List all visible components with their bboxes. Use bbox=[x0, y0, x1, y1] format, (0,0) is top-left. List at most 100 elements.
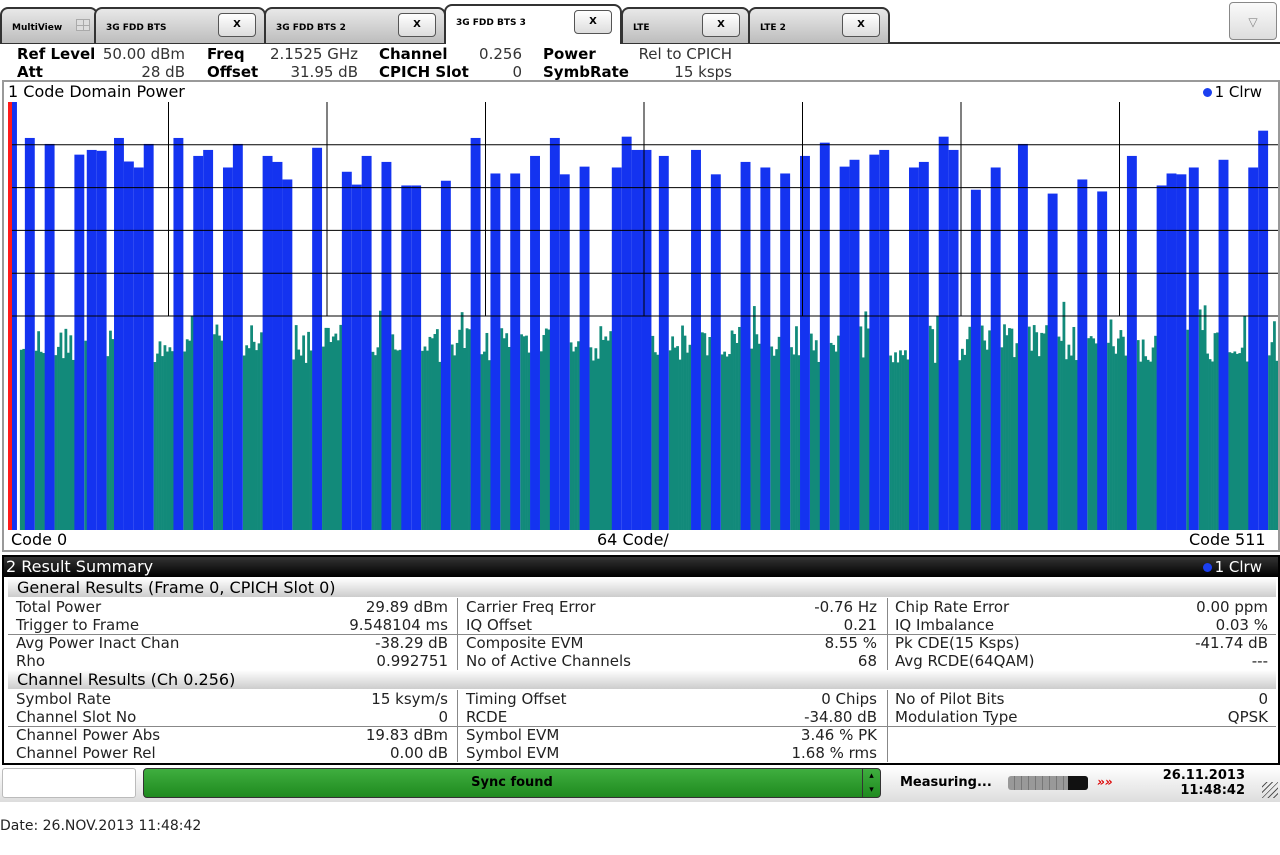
inactive-code-bar bbox=[374, 355, 377, 530]
result-cell: Timing Offset 0 Chips bbox=[466, 690, 877, 708]
result-label: Avg Power Inact Chan bbox=[16, 634, 180, 652]
x-axis-right-label: Code 511 bbox=[1189, 530, 1266, 549]
inactive-code-bar bbox=[1092, 338, 1096, 530]
inactive-code-bar bbox=[505, 333, 509, 530]
inactive-code-bar bbox=[601, 339, 605, 530]
active-channel-bar bbox=[123, 161, 134, 530]
active-channel-bar bbox=[658, 155, 669, 530]
inactive-code-bar bbox=[455, 342, 459, 530]
inactive-code-bar bbox=[109, 330, 112, 530]
cpich-slot-label: CPICH Slot bbox=[379, 63, 469, 81]
tab-label: LTE bbox=[633, 23, 650, 33]
inactive-code-bar bbox=[161, 356, 164, 530]
inactive-code-bar bbox=[465, 328, 469, 530]
result-label: Carrier Freq Error bbox=[466, 598, 596, 616]
active-channel-bar bbox=[1077, 179, 1088, 530]
active-channel-bar bbox=[74, 154, 85, 530]
inactive-code-bar bbox=[569, 342, 573, 530]
inactive-code-bar bbox=[66, 352, 70, 530]
inactive-code-bar bbox=[468, 329, 471, 530]
tab-3g-fdd-bts-2[interactable]: 3G FDD BTS 2 X bbox=[264, 7, 446, 43]
result-value: 3.46 % PK bbox=[800, 726, 877, 744]
active-channel-bar bbox=[970, 189, 981, 530]
sync-status-dropdown[interactable]: Sync found ▴ ▾ bbox=[143, 768, 881, 798]
inactive-code-bar bbox=[438, 361, 442, 530]
inactive-code-bar bbox=[1270, 342, 1274, 530]
active-channel-bar bbox=[173, 137, 184, 530]
resize-grip-icon[interactable] bbox=[1262, 782, 1278, 798]
inactive-code-bar bbox=[371, 351, 375, 530]
tab-menu-button[interactable]: ▽ bbox=[1229, 2, 1277, 40]
inactive-code-bar bbox=[775, 349, 779, 530]
inactive-code-bar bbox=[961, 348, 964, 530]
inactive-code-bar bbox=[376, 347, 380, 530]
inactive-code-bar bbox=[507, 346, 511, 530]
tab-close-button[interactable]: X bbox=[218, 13, 256, 37]
inactive-code-bar bbox=[755, 334, 759, 530]
inactive-code-bar bbox=[302, 335, 306, 530]
active-channel-bar bbox=[1248, 167, 1259, 530]
inactive-code-bar bbox=[527, 352, 531, 530]
inactive-code-bar bbox=[703, 333, 707, 530]
result-label: Total Power bbox=[16, 598, 102, 616]
tab-close-button[interactable]: X bbox=[702, 13, 740, 37]
offset-label: Offset bbox=[207, 63, 259, 81]
spin-arrows-icon[interactable]: ▴ ▾ bbox=[862, 769, 880, 797]
inactive-code-bar bbox=[307, 331, 310, 530]
tab-close-button[interactable]: X bbox=[398, 13, 436, 37]
inactive-code-bar bbox=[985, 349, 989, 530]
inactive-code-bar bbox=[64, 328, 68, 530]
footer-date: Date: 26.NOV.2013 11:48:42 bbox=[0, 818, 202, 834]
result-label: IQ Imbalance bbox=[895, 616, 995, 634]
inactive-code-bar bbox=[604, 336, 608, 530]
inactive-code-bar bbox=[795, 326, 798, 530]
result-label: Chip Rate Error bbox=[895, 598, 1010, 616]
inactive-code-bar bbox=[792, 354, 796, 530]
inactive-code-bar bbox=[770, 346, 774, 530]
tab-3g-fdd-bts-3[interactable]: 3G FDD BTS 3 X bbox=[444, 4, 622, 44]
inactive-code-bar bbox=[309, 350, 313, 530]
inactive-code-bar bbox=[423, 346, 427, 530]
inactive-code-bar bbox=[814, 340, 818, 530]
inactive-code-bar bbox=[396, 350, 400, 530]
freq-label: Freq bbox=[207, 45, 245, 63]
tab-close-button[interactable]: X bbox=[842, 13, 880, 37]
result-label: No of Pilot Bits bbox=[895, 690, 1005, 708]
inactive-code-bar bbox=[777, 336, 781, 530]
inactive-code-bar bbox=[453, 355, 457, 530]
tab-multiview[interactable]: MultiView bbox=[0, 7, 98, 43]
inactive-code-bar bbox=[170, 351, 174, 530]
inactive-code-bar bbox=[324, 327, 328, 530]
tab-label: MultiView bbox=[12, 23, 63, 33]
inactive-code-bar bbox=[1273, 321, 1276, 530]
inactive-code-bar bbox=[183, 351, 187, 530]
tab-3g-fdd-bts[interactable]: 3G FDD BTS X bbox=[94, 7, 266, 43]
active-channel-bar bbox=[401, 185, 412, 530]
result-label: Pk CDE(15 Ksps) bbox=[895, 634, 1020, 652]
active-channel-bar bbox=[839, 166, 850, 530]
result-cell: Symbol EVM 1.68 % rms bbox=[466, 744, 877, 762]
code-domain-power-chart[interactable] bbox=[8, 102, 1278, 530]
result-value: 0 bbox=[438, 708, 448, 726]
result-label: Symbol EVM bbox=[466, 744, 560, 762]
inactive-code-bar bbox=[1230, 353, 1234, 530]
inactive-code-bar bbox=[1042, 333, 1046, 530]
inactive-code-bar bbox=[656, 354, 660, 530]
inactive-code-bar bbox=[936, 316, 940, 530]
trace-indicator: 1 Clrw bbox=[1202, 557, 1262, 577]
result-label: Avg RCDE(64QAM) bbox=[895, 652, 1035, 670]
tab-lte-2[interactable]: LTE 2 X bbox=[748, 7, 890, 43]
status-input[interactable] bbox=[2, 768, 136, 798]
inactive-code-bar bbox=[153, 362, 157, 530]
inactive-code-bar bbox=[980, 325, 984, 530]
inactive-code-bar bbox=[686, 352, 689, 530]
active-channel-bar bbox=[1097, 191, 1108, 530]
panel-title: 1 Code Domain Power bbox=[8, 82, 185, 101]
inactive-code-bar bbox=[522, 336, 526, 530]
active-channel-bar bbox=[819, 142, 830, 530]
inactive-code-bar bbox=[339, 324, 343, 530]
tab-lte[interactable]: LTE X bbox=[621, 7, 750, 43]
active-channel-bar bbox=[1166, 173, 1177, 530]
active-channel-bar bbox=[440, 180, 451, 530]
tab-close-button[interactable]: X bbox=[574, 10, 612, 34]
